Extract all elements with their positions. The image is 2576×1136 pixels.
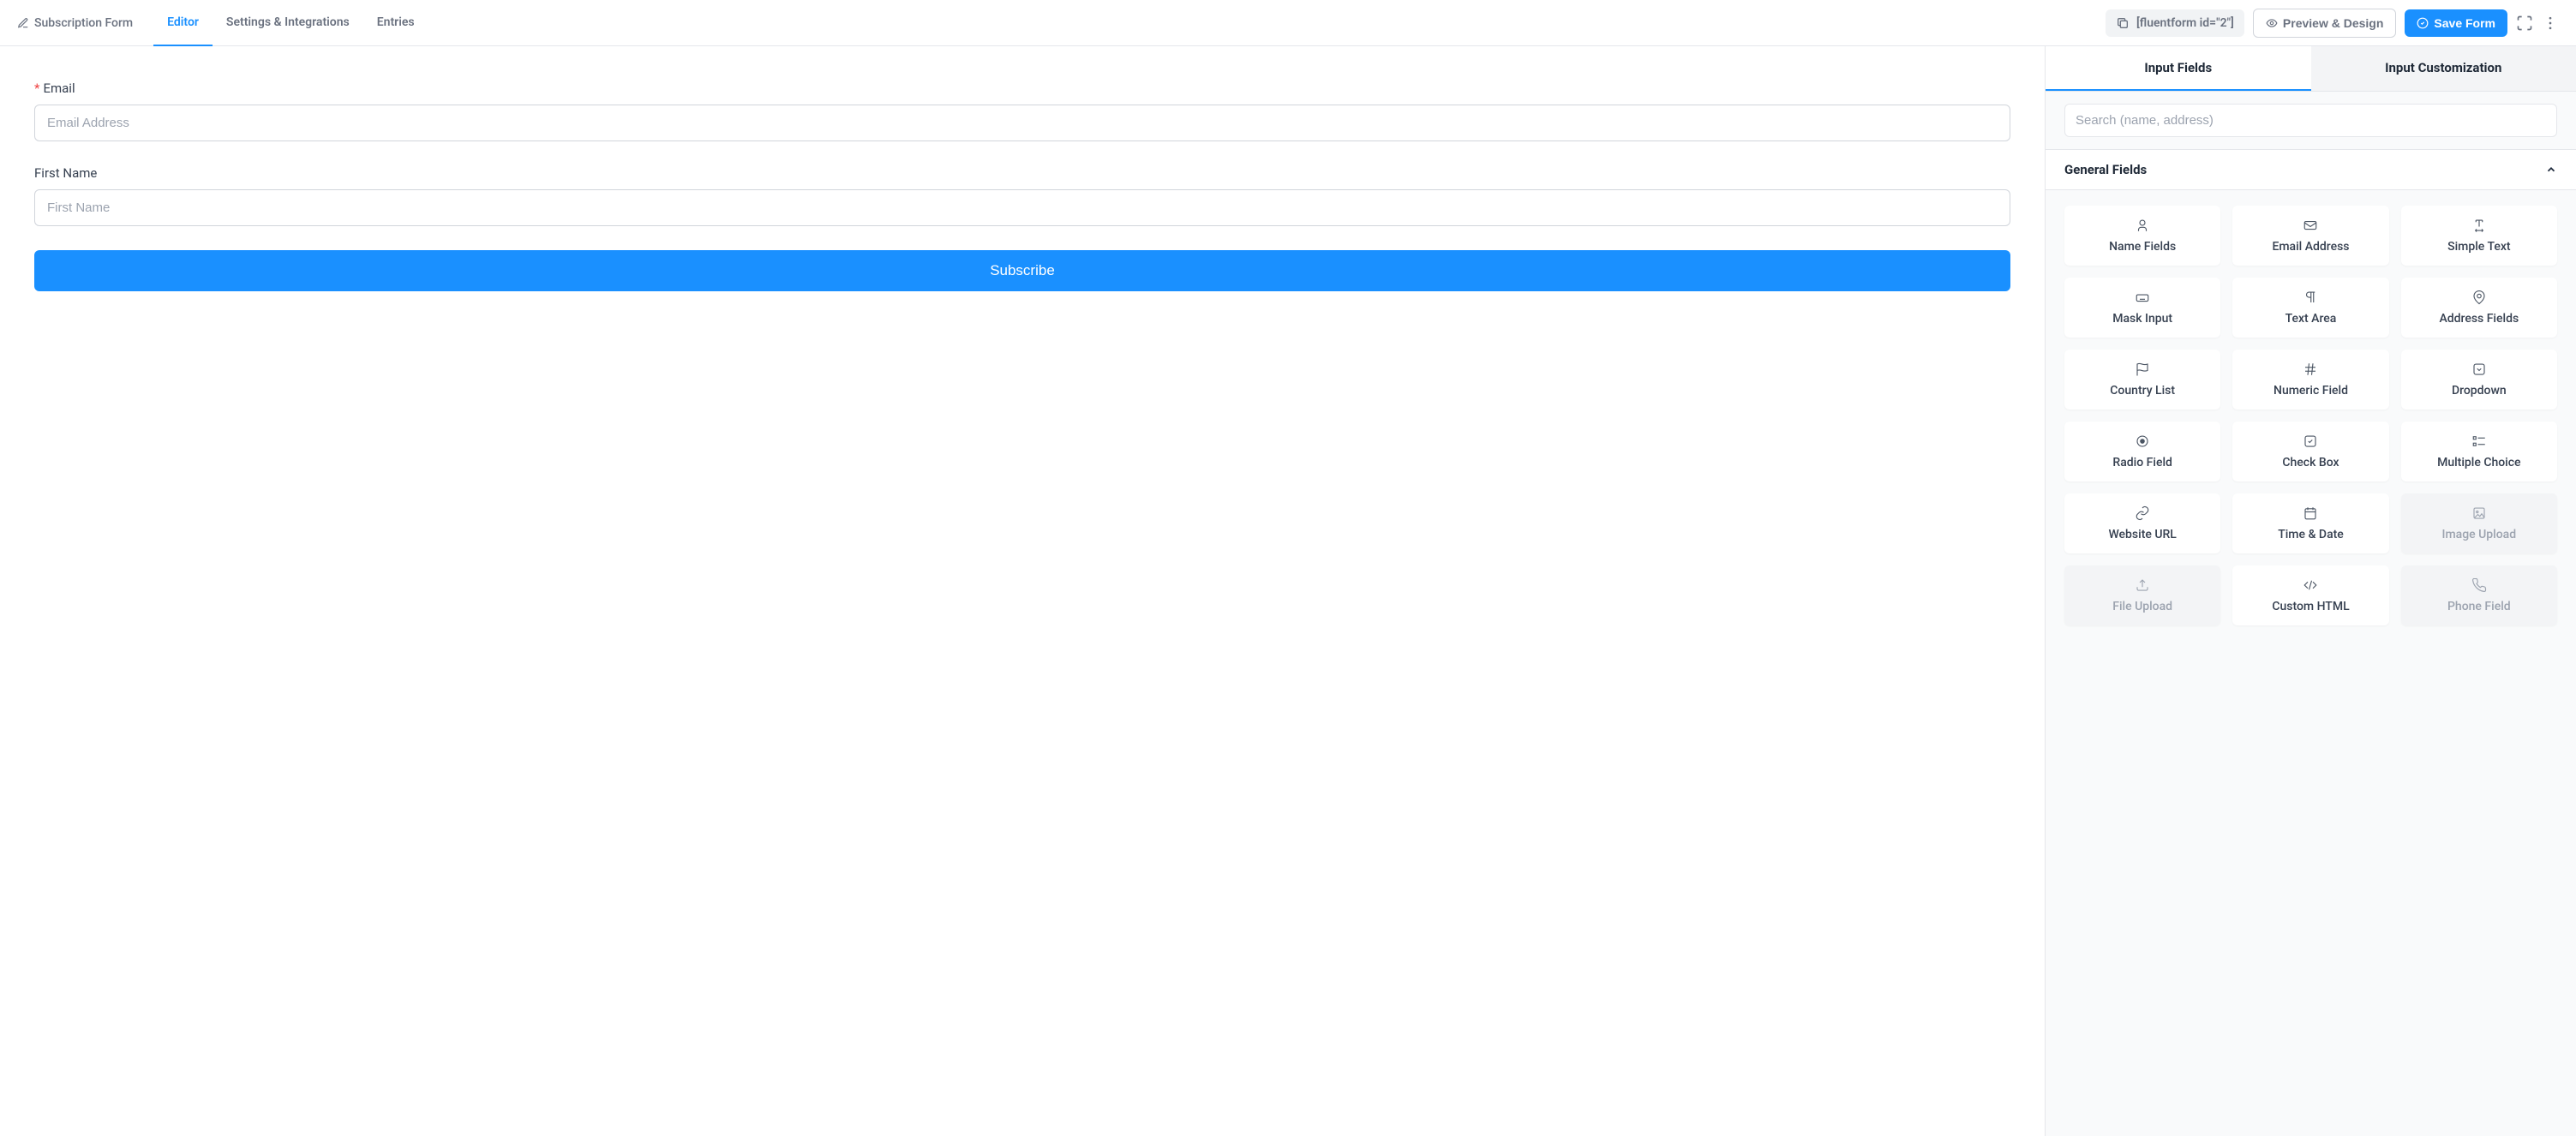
field-mask-input-label: Mask Input (2112, 312, 2172, 326)
field-radio-field-label: Radio Field (2112, 456, 2172, 469)
field-custom-html-label: Custom HTML (2272, 600, 2349, 613)
sidebar-tab-input-fields-label: Input Fields (2144, 60, 2212, 75)
tab-editor-label: Editor (167, 15, 199, 29)
field-image-upload[interactable]: Image Upload (2401, 493, 2557, 553)
field-image-upload-label: Image Upload (2442, 528, 2517, 541)
field-file-upload-label: File Upload (2112, 600, 2172, 613)
section-general-fields-label: General Fields (2064, 162, 2147, 177)
calendar-icon (2303, 505, 2318, 521)
image-icon (2471, 505, 2487, 521)
field-firstname[interactable]: First Name (34, 165, 2010, 226)
field-name-fields-label: Name Fields (2109, 240, 2176, 254)
field-multiple-choice-label: Multiple Choice (2437, 456, 2520, 469)
chevron-up-icon (2545, 164, 2557, 176)
tab-settings-label: Settings & Integrations (226, 15, 350, 29)
list-check-icon (2471, 433, 2487, 449)
form-name[interactable]: Subscription Form (17, 16, 153, 30)
field-multiple-choice[interactable]: Multiple Choice (2401, 422, 2557, 481)
sidebar-tab-customization-label: Input Customization (2385, 60, 2501, 75)
hash-icon (2303, 362, 2318, 377)
firstname-input[interactable] (34, 189, 2010, 226)
user-icon (2135, 218, 2150, 233)
field-radio-field[interactable]: Radio Field (2064, 422, 2220, 481)
pencil-icon (17, 17, 29, 29)
preview-button-label: Preview & Design (2283, 16, 2384, 30)
field-time-date-label: Time & Date (2278, 528, 2344, 541)
preview-button[interactable]: Preview & Design (2253, 9, 2397, 38)
field-mask-input[interactable]: Mask Input (2064, 278, 2220, 338)
field-phone-field[interactable]: Phone Field (2401, 565, 2557, 625)
field-numeric-field[interactable]: Numeric Field (2232, 350, 2388, 410)
field-name-fields[interactable]: Name Fields (2064, 206, 2220, 266)
field-phone-field-label: Phone Field (2447, 600, 2511, 613)
field-time-date[interactable]: Time & Date (2232, 493, 2388, 553)
field-address-fields[interactable]: Address Fields (2401, 278, 2557, 338)
field-numeric-field-label: Numeric Field (2273, 384, 2348, 398)
code-icon (2303, 577, 2318, 593)
shortcode-button[interactable]: [fluentform id="2"] (2106, 9, 2244, 37)
field-check-box-label: Check Box (2282, 456, 2339, 469)
flag-icon (2135, 362, 2150, 377)
field-email[interactable]: *Email (34, 81, 2010, 141)
tab-entries-label: Entries (377, 15, 415, 29)
phone-icon (2471, 577, 2487, 593)
submit-button[interactable]: Subscribe (34, 250, 2010, 291)
dots-vertical-icon (2542, 15, 2559, 32)
save-button[interactable]: Save Form (2405, 9, 2507, 37)
link-icon (2135, 505, 2150, 521)
firstname-label: First Name (34, 165, 2010, 181)
tab-editor[interactable]: Editor (153, 0, 213, 46)
field-dropdown[interactable]: Dropdown (2401, 350, 2557, 410)
sidebar-tab-customization[interactable]: Input Customization (2311, 46, 2576, 91)
section-general-fields[interactable]: General Fields (2046, 149, 2576, 190)
eye-icon (2266, 17, 2278, 29)
field-country-list-label: Country List (2110, 384, 2175, 398)
field-website-url-label: Website URL (2108, 528, 2176, 541)
submit-button-label: Subscribe (990, 262, 1055, 278)
radio-icon (2135, 433, 2150, 449)
field-website-url[interactable]: Website URL (2064, 493, 2220, 553)
tab-entries[interactable]: Entries (363, 0, 428, 46)
text-width-icon (2471, 218, 2487, 233)
email-input[interactable] (34, 105, 2010, 141)
field-dropdown-label: Dropdown (2452, 384, 2507, 398)
copy-icon (2116, 16, 2130, 30)
more-button[interactable] (2542, 15, 2559, 32)
map-pin-icon (2471, 290, 2487, 305)
field-check-box[interactable]: Check Box (2232, 422, 2388, 481)
field-search-input[interactable] (2064, 104, 2557, 137)
field-email-address[interactable]: Email Address (2232, 206, 2388, 266)
upload-icon (2135, 577, 2150, 593)
check-circle-icon (2417, 17, 2429, 29)
checkbox-icon (2303, 433, 2318, 449)
keyboard-icon (2135, 290, 2150, 305)
field-email-address-label: Email Address (2272, 240, 2349, 254)
field-address-fields-label: Address Fields (2439, 312, 2519, 326)
form-name-text: Subscription Form (34, 16, 133, 30)
shortcode-text: [fluentform id="2"] (2136, 16, 2234, 30)
field-simple-text[interactable]: Simple Text (2401, 206, 2557, 266)
fullscreen-icon (2516, 15, 2533, 32)
email-label: *Email (34, 81, 2010, 96)
field-simple-text-label: Simple Text (2447, 240, 2510, 254)
field-custom-html[interactable]: Custom HTML (2232, 565, 2388, 625)
caret-down-square-icon (2471, 362, 2487, 377)
fullscreen-button[interactable] (2516, 15, 2533, 32)
tab-settings[interactable]: Settings & Integrations (213, 0, 363, 46)
form-canvas: *Email First Name Subscribe (0, 46, 2045, 1136)
sidebar-tab-input-fields[interactable]: Input Fields (2046, 46, 2311, 91)
field-text-area[interactable]: Text Area (2232, 278, 2388, 338)
save-button-label: Save Form (2434, 16, 2495, 30)
field-country-list[interactable]: Country List (2064, 350, 2220, 410)
paragraph-icon (2303, 290, 2318, 305)
field-text-area-label: Text Area (2285, 312, 2337, 326)
mail-icon (2303, 218, 2318, 233)
field-file-upload[interactable]: File Upload (2064, 565, 2220, 625)
